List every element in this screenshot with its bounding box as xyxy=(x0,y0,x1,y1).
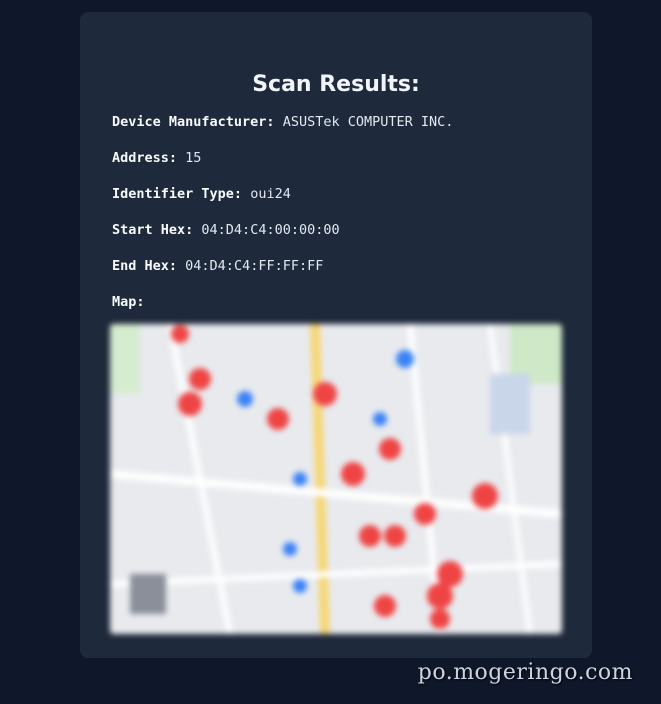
poi-marker[interactable] xyxy=(373,412,387,426)
poi-marker[interactable] xyxy=(293,579,307,593)
end-hex-label: End Hex: xyxy=(112,258,178,274)
address-value: 15 xyxy=(185,150,202,166)
red-marker[interactable] xyxy=(374,595,396,617)
results-title: Scan Results: xyxy=(252,72,420,97)
red-marker[interactable] xyxy=(359,525,381,547)
scan-results-card: Scan Results: Device Manufacturer: ASUST… xyxy=(80,12,592,658)
red-marker[interactable] xyxy=(427,583,453,609)
map-row: Map: xyxy=(112,294,145,310)
park-area xyxy=(110,324,140,394)
red-marker[interactable] xyxy=(313,382,337,406)
identifier-type-row: Identifier Type: oui24 xyxy=(112,186,291,202)
map-view[interactable] xyxy=(110,324,562,634)
building xyxy=(490,374,530,434)
start-hex-value: 04:D4:C4:00:00:00 xyxy=(201,222,340,238)
identifier-type-value: oui24 xyxy=(250,186,291,202)
start-hex-label: Start Hex: xyxy=(112,222,194,238)
poi-marker[interactable] xyxy=(396,350,414,368)
red-marker[interactable] xyxy=(384,525,406,547)
poi-marker[interactable] xyxy=(237,391,253,407)
start-hex-row: Start Hex: 04:D4:C4:00:00:00 xyxy=(112,222,340,238)
red-marker[interactable] xyxy=(171,325,189,343)
manufacturer-label: Device Manufacturer: xyxy=(112,114,275,130)
poi-marker[interactable] xyxy=(283,542,297,556)
building xyxy=(130,574,166,614)
red-marker[interactable] xyxy=(472,483,498,509)
poi-marker[interactable] xyxy=(293,472,307,486)
address-label: Address: xyxy=(112,150,178,166)
watermark: po.mogeringo.com xyxy=(417,660,633,685)
address-row: Address: 15 xyxy=(112,150,201,166)
red-marker[interactable] xyxy=(189,368,211,390)
red-marker[interactable] xyxy=(267,408,289,430)
manufacturer-row: Device Manufacturer: ASUSTek COMPUTER IN… xyxy=(112,114,453,130)
red-marker[interactable] xyxy=(341,462,365,486)
red-marker[interactable] xyxy=(414,503,436,525)
map-label: Map: xyxy=(112,294,145,310)
end-hex-row: End Hex: 04:D4:C4:FF:FF:FF xyxy=(112,258,323,274)
red-marker[interactable] xyxy=(178,392,202,416)
identifier-type-label: Identifier Type: xyxy=(112,186,243,202)
map-canvas[interactable] xyxy=(110,324,562,634)
end-hex-value: 04:D4:C4:FF:FF:FF xyxy=(185,258,324,274)
red-marker[interactable] xyxy=(430,609,450,629)
red-marker[interactable] xyxy=(379,438,401,460)
manufacturer-value: ASUSTek COMPUTER INC. xyxy=(282,114,454,130)
